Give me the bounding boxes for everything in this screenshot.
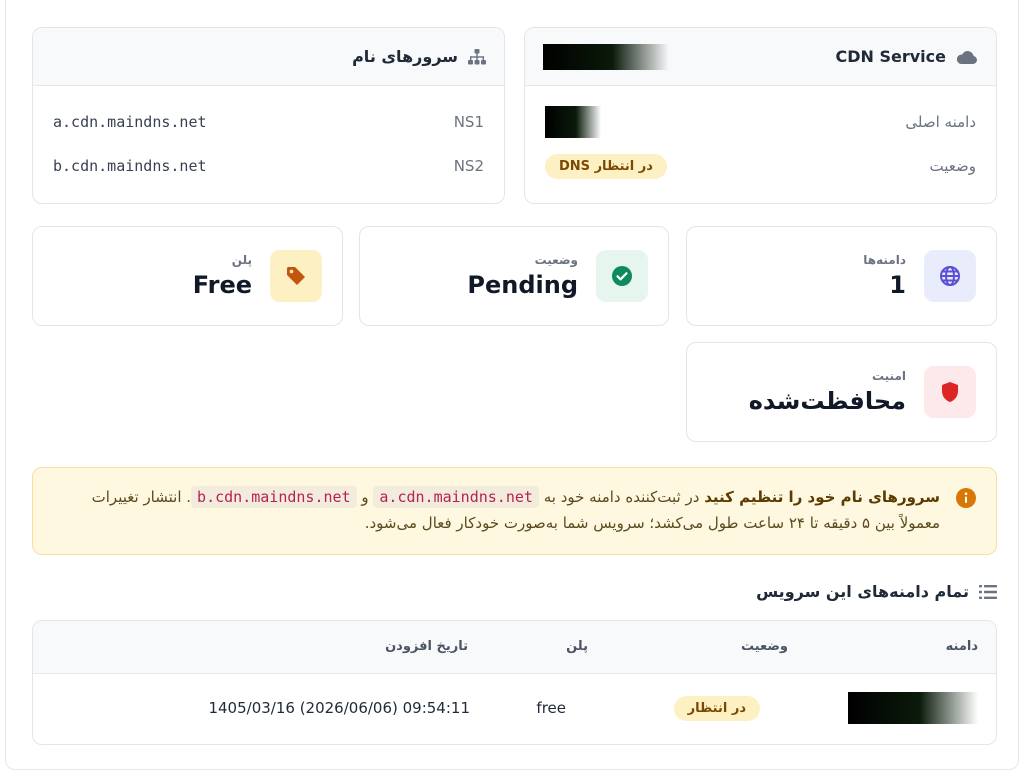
primary-domain-value-redacted [545, 106, 601, 138]
stat-domains-label: دامنه‌ها [863, 253, 906, 267]
domains-section-heading: تمام دامنه‌های این سرویس [756, 582, 997, 601]
stat-plan-value: Free [192, 271, 252, 299]
domains-table-card: دامنه وضعیت پلن تاریخ افزودن در انتظار f… [32, 620, 997, 745]
domain-value-redacted[interactable] [848, 692, 978, 725]
stat-security-card: امنیت محافظت‌شده [686, 342, 997, 442]
info-icon [956, 488, 976, 508]
check-circle-icon [596, 250, 648, 302]
col-date: تاریخ افزودن [33, 621, 486, 674]
primary-domain-label: دامنه اصلی [905, 113, 976, 131]
status-cell: در انتظار [606, 673, 806, 743]
tag-icon [270, 250, 322, 302]
primary-domain-row: دامنه اصلی [525, 100, 996, 144]
domain-cell [806, 673, 996, 743]
alert-and: و [361, 488, 369, 506]
shield-icon [924, 366, 976, 418]
alert-body: سرورهای نام خود را تنظیم کنید در ثبت‌کنن… [53, 484, 940, 536]
alert-ns1-code[interactable]: a.cdn.maindns.net [373, 486, 539, 508]
cdn-service-card: CDN Service دامنه اصلی وضعیت در انتظار D… [524, 27, 997, 204]
ns2-row: NS2 b.cdn.maindns.net [33, 144, 504, 188]
stat-security-label: امنیت [871, 369, 906, 383]
ns1-label: NS1 [453, 113, 484, 131]
status-label: وضعیت [929, 157, 976, 175]
nameservers-card: سرورهای نام NS1 a.cdn.maindns.net NS2 b.… [32, 27, 505, 204]
domain-status-badge: در انتظار [673, 695, 760, 721]
stat-status-value: Pending [467, 271, 578, 299]
dns-status-badge: در انتظار DNS [545, 153, 667, 179]
cloud-icon [956, 49, 978, 65]
table-row: در انتظار free 1405/03/16 (2026/06/06) 0… [33, 673, 996, 743]
plan-cell: free [536, 699, 566, 718]
cdn-service-name-redacted [543, 43, 669, 70]
ns1-row: NS1 a.cdn.maindns.net [33, 100, 504, 144]
alert-bold: سرورهای نام خود را تنظیم کنید [704, 488, 940, 506]
domains-table: دامنه وضعیت پلن تاریخ افزودن در انتظار f… [33, 621, 996, 743]
ns2-value[interactable]: b.cdn.maindns.net [53, 157, 207, 175]
stat-domains-card: دامنه‌ها 1 [686, 226, 997, 326]
sitemap-icon [468, 48, 486, 65]
nameservers-title: سرورهای نام [352, 47, 458, 66]
nameserver-setup-alert: سرورهای نام خود را تنظیم کنید در ثبت‌کنن… [32, 467, 997, 555]
stat-domains-value: 1 [889, 271, 906, 299]
cdn-service-title: CDN Service [835, 47, 947, 66]
stat-status-label: وضعیت [534, 253, 578, 267]
table-header-row: دامنه وضعیت پلن تاریخ افزودن [33, 621, 996, 674]
stat-security-value: محافظت‌شده [748, 387, 906, 415]
stat-status-card: وضعیت Pending [359, 226, 669, 326]
col-domain: دامنه [806, 621, 996, 674]
status-row: وضعیت در انتظار DNS [525, 144, 996, 188]
cdn-service-header: CDN Service [525, 28, 996, 86]
stat-plan-card: پلن Free [32, 226, 343, 326]
nameservers-header: سرورهای نام [33, 28, 504, 86]
globe-icon [924, 250, 976, 302]
ns1-value[interactable]: a.cdn.maindns.net [53, 113, 207, 131]
ns2-label: NS2 [453, 157, 484, 175]
list-icon [979, 584, 997, 600]
alert-ns2-code[interactable]: b.cdn.maindns.net [191, 486, 357, 508]
stat-plan-label: پلن [231, 253, 252, 267]
alert-text-1: در ثبت‌کننده دامنه خود به [543, 488, 700, 506]
domains-section-title: تمام دامنه‌های این سرویس [756, 582, 969, 601]
col-status: وضعیت [606, 621, 806, 674]
col-plan: پلن [486, 621, 606, 674]
date-cell: 1405/03/16 (2026/06/06) 09:54:11 [208, 699, 470, 718]
